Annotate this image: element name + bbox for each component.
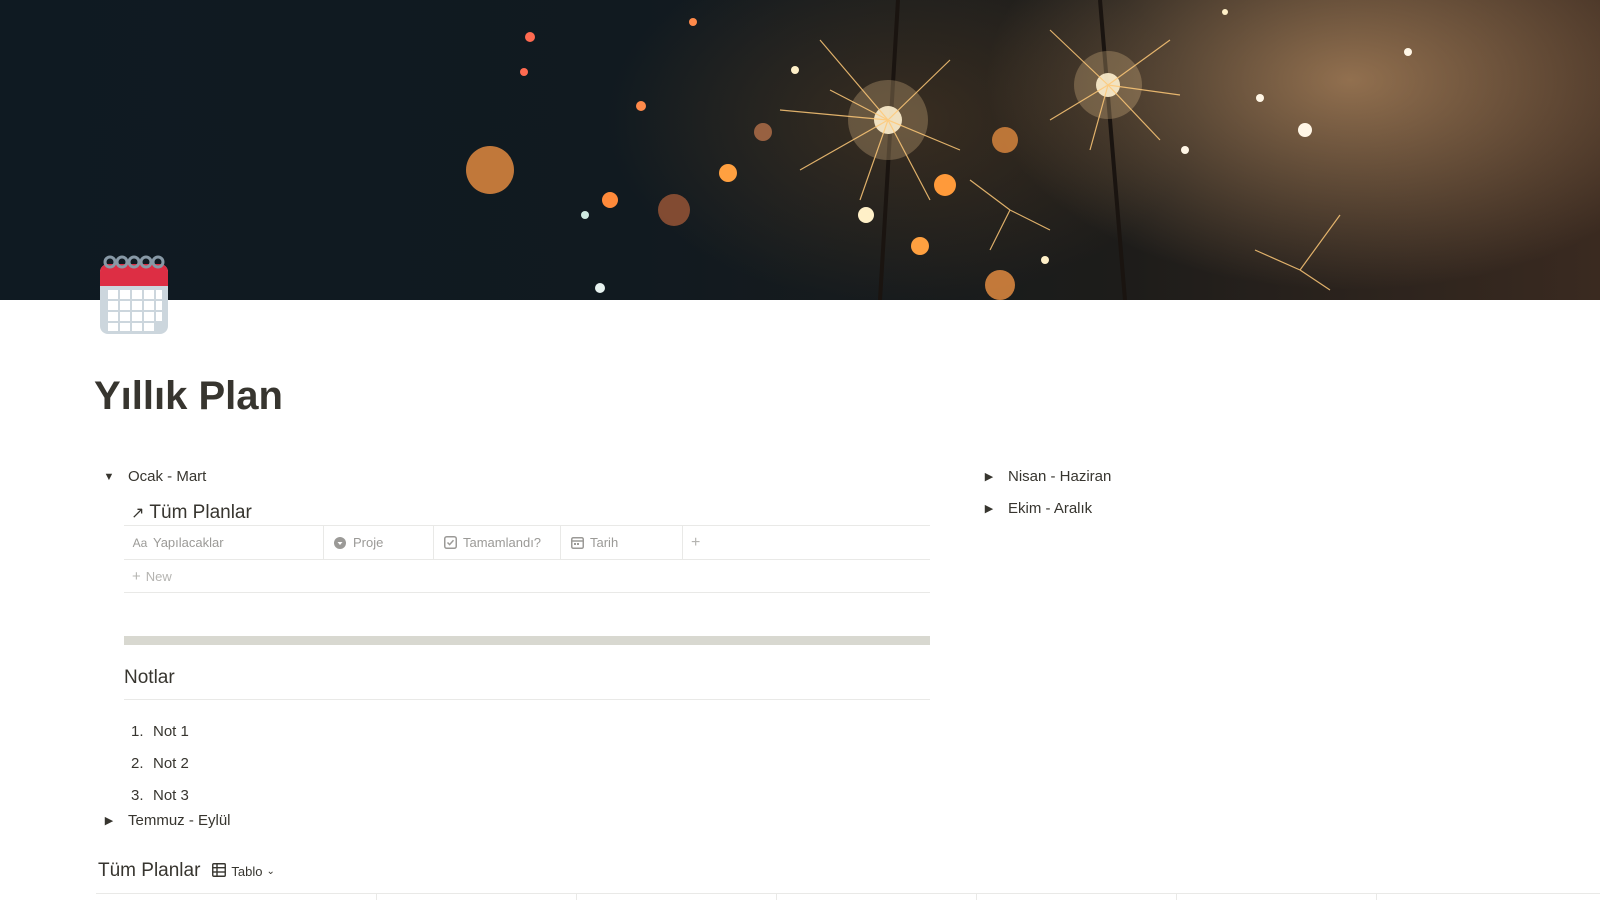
link-arrow-icon: ↗ [131, 505, 145, 522]
view-switcher-button[interactable]: Tablo ⌄ [212, 862, 275, 880]
list-text: Not 2 [153, 754, 189, 772]
sparklers-illustration [466, 0, 1412, 300]
column-label: Tamamlandı? [463, 535, 542, 550]
checkbox-property-icon [442, 536, 458, 549]
toggle-q4[interactable]: ▶ Ekim - Aralık [978, 500, 1092, 517]
add-column-button[interactable]: + [683, 526, 930, 559]
view-label: Tablo [231, 863, 263, 879]
column-divider [976, 893, 977, 900]
column-label: Proje [353, 535, 384, 550]
cover-image [0, 0, 1600, 300]
linked-db-title[interactable]: ↗ Tüm Planlar [131, 502, 252, 524]
list-number: 3. [131, 786, 144, 804]
column-label: Tarih [590, 535, 619, 550]
toggle-label: Ekim - Aralık [1008, 500, 1093, 517]
list-item[interactable]: 2. Not 2 [131, 747, 189, 779]
bottom-db-title[interactable]: Tüm Planlar [98, 860, 200, 882]
linked-db-table: Aa Yapılacaklar Proje Tamamlandı? Tarih … [124, 525, 930, 593]
column-divider [776, 893, 777, 900]
calendar-icon[interactable] [96, 254, 172, 338]
list-text: Not 1 [153, 722, 189, 740]
column-label: Yapılacaklar [153, 535, 224, 550]
column-divider [376, 893, 377, 900]
new-row-button[interactable]: + New [124, 560, 930, 593]
toggle-q1[interactable]: ▼ Ocak - Mart [98, 468, 207, 485]
triangle-right-icon[interactable]: ▶ [978, 502, 1000, 515]
new-row-label: New [145, 568, 172, 584]
toggle-q3[interactable]: ▶ Temmuz - Eylül [98, 812, 231, 829]
toggle-label: Nisan - Haziran [1008, 468, 1112, 485]
toggle-label: Ocak - Mart [128, 468, 207, 485]
list-number: 2. [131, 754, 144, 772]
column-header-tamamlandi[interactable]: Tamamlandı? [434, 526, 561, 559]
bottom-db-header: Tüm Planlar Tablo ⌄ [98, 860, 275, 882]
column-header-yapilacaklar[interactable]: Aa Yapılacaklar [124, 526, 324, 559]
date-property-icon [569, 536, 585, 549]
plus-icon: + [132, 567, 141, 585]
chevron-down-icon: ⌄ [266, 865, 275, 877]
column-divider [1176, 893, 1177, 900]
toggle-q2[interactable]: ▶ Nisan - Haziran [978, 468, 1112, 485]
relation-property-icon [332, 536, 348, 549]
list-item[interactable]: 1. Not 1 [131, 715, 189, 747]
page-title[interactable]: Yıllık Plan [94, 374, 283, 419]
list-text: Not 3 [153, 786, 189, 804]
table-header: Aa Yapılacaklar Proje Tamamlandı? Tarih … [124, 525, 930, 560]
table-icon [212, 862, 227, 880]
triangle-down-icon[interactable]: ▼ [98, 471, 120, 483]
list-item[interactable]: 3. Not 3 [131, 779, 189, 811]
notes-list: 1. Not 1 2. Not 2 3. Not 3 [131, 715, 189, 811]
divider-bar [124, 636, 930, 645]
column-header-proje[interactable]: Proje [324, 526, 434, 559]
linked-db-title-label: Tüm Planlar [149, 502, 252, 523]
column-divider [576, 893, 577, 900]
column-header-tarih[interactable]: Tarih [561, 526, 683, 559]
triangle-right-icon[interactable]: ▶ [978, 470, 1000, 483]
list-number: 1. [131, 722, 144, 740]
column-divider [1376, 893, 1377, 900]
notes-heading[interactable]: Notlar [124, 667, 930, 700]
toggle-label: Temmuz - Eylül [128, 812, 231, 829]
text-property-icon: Aa [132, 535, 148, 550]
table-top-border [96, 893, 1600, 894]
triangle-right-icon[interactable]: ▶ [98, 814, 120, 827]
